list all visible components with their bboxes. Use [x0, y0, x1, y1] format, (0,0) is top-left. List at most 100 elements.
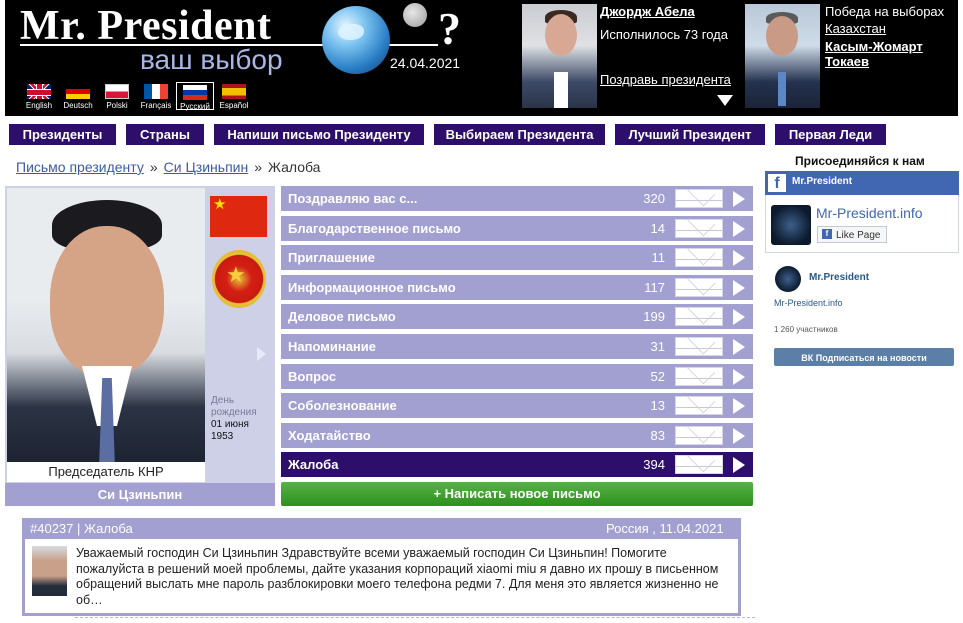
category-count: 11 — [651, 250, 666, 266]
vk-subscribe-label: Подписаться на новости — [815, 353, 927, 363]
breadcrumb: Письмо президенту » Си Цзиньпин » Жалоба — [16, 159, 320, 175]
nav-write-letter[interactable]: Напиши письмо Президенту — [214, 124, 424, 145]
arrow-right-icon — [733, 368, 745, 385]
lang-label: English — [25, 101, 53, 110]
photo-shirt-shape — [554, 72, 568, 108]
fr-flag-icon — [144, 84, 168, 99]
down-arrow-icon[interactable] — [717, 95, 733, 106]
category-label: Информационное письмо — [288, 279, 456, 295]
arrow-right-icon — [733, 220, 745, 237]
join-us-heading: Присоединяйся к нам — [795, 154, 925, 168]
nav-choose-president[interactable]: Выбираем Президента — [434, 124, 605, 145]
category-count: 14 — [650, 220, 665, 236]
category-count: 199 — [643, 309, 665, 325]
envelope-icon — [675, 396, 723, 416]
lang-label: Polski — [106, 101, 128, 110]
envelope-icon — [675, 425, 723, 445]
nav-first-lady[interactable]: Первая Леди — [775, 124, 886, 145]
breadcrumb-letters-link[interactable]: Письмо президенту — [16, 159, 144, 175]
category-row[interactable]: Деловое письмо 199 — [281, 304, 753, 330]
lang-russian[interactable]: Русский — [176, 82, 214, 111]
facebook-site-link[interactable]: Mr-President.info — [816, 205, 923, 221]
flag-star-icon: ★ — [213, 196, 227, 213]
birthday-label: День рождения — [211, 395, 257, 418]
category-label: Напоминание — [288, 338, 377, 354]
lang-deutsch[interactable]: Deutsch — [59, 82, 97, 110]
envelope-icon — [675, 336, 723, 356]
election-label: Победа на выборах — [825, 4, 945, 19]
category-label: Вопрос — [288, 368, 337, 384]
logo-question-mark: ? — [438, 3, 461, 54]
category-row[interactable]: Поздравляю вас с... 320 — [281, 186, 753, 211]
category-row[interactable]: Вопрос 52 — [281, 363, 753, 389]
category-count: 31 — [650, 338, 665, 354]
lang-francais[interactable]: Français — [137, 82, 175, 110]
category-row[interactable]: Благодарственное письмо 14 — [281, 215, 753, 241]
category-row[interactable]: Информационное письмо 117 — [281, 274, 753, 300]
arrow-right-icon — [733, 457, 745, 474]
lang-label: Русский — [180, 102, 210, 111]
category-row[interactable]: Соболезнование 13 — [281, 393, 753, 419]
facebook-page-title[interactable]: Mr.President — [792, 176, 852, 187]
category-count: 117 — [644, 279, 665, 295]
vk-subscribe-button[interactable]: ВК Подписаться на новости — [774, 348, 954, 366]
election-winner-name[interactable]: Касым-Жомарт Токаев — [825, 39, 955, 69]
photo-tie-shape — [778, 72, 786, 106]
breadcrumb-president-link[interactable]: Си Цзиньпин — [164, 159, 249, 175]
category-row[interactable]: Ходатайство 83 — [281, 422, 753, 448]
lang-label: Français — [140, 101, 172, 110]
nav-best-president[interactable]: Лучший Президент — [615, 124, 765, 145]
photo-face-shape — [545, 14, 577, 56]
election-country-link[interactable]: Казахстан — [825, 21, 886, 36]
photo-face-shape — [50, 226, 164, 376]
letter-id-type[interactable]: #40237 | Жалоба — [30, 521, 133, 536]
arrow-right-icon — [733, 191, 745, 207]
emblem-star-icon: ★ — [226, 262, 246, 287]
ru-flag-icon — [183, 85, 207, 100]
president-name-bar[interactable]: Си Цзиньпин — [5, 483, 275, 506]
vk-site-link[interactable]: Mr-President.info — [774, 298, 843, 308]
next-arrow-icon[interactable] — [257, 347, 266, 361]
globe-icon — [322, 6, 390, 74]
lang-espanol[interactable]: Español — [215, 82, 253, 110]
arrow-right-icon — [733, 427, 745, 444]
logo-title[interactable]: Mr. President — [20, 2, 271, 50]
category-label: Деловое письмо — [288, 309, 396, 325]
letter-categories: Поздравляю вас с... 320 Благодарственное … — [281, 186, 753, 482]
president-photo[interactable] — [7, 188, 205, 462]
main-nav: Президенты Страны Напиши письмо Президен… — [9, 124, 896, 145]
category-row[interactable]: Напоминание 31 — [281, 333, 753, 359]
letter-country-date: Россия , 11.04.2021 — [606, 521, 724, 536]
category-count: 320 — [643, 191, 665, 206]
letter-text[interactable]: Уважаемый господин Си Цзиньпин Здравству… — [76, 546, 736, 608]
facebook-small-icon: f — [822, 229, 832, 239]
site-logo-icon[interactable] — [771, 205, 811, 245]
nav-countries[interactable]: Страны — [126, 124, 204, 145]
category-count: 13 — [650, 398, 665, 414]
arrow-right-icon — [733, 398, 745, 415]
category-row-active[interactable]: Жалоба 394 — [281, 452, 753, 478]
lang-label: Deutsch — [63, 101, 93, 110]
arrow-right-icon — [733, 309, 745, 326]
lang-polski[interactable]: Polski — [98, 82, 136, 110]
header-date: 24.04.2021 — [390, 55, 461, 71]
category-count: 83 — [650, 427, 665, 443]
category-row[interactable]: Приглашение 11 — [281, 245, 753, 271]
vk-group-name[interactable]: Mr.President — [809, 272, 869, 283]
lang-english[interactable]: English — [20, 82, 58, 110]
birthday-president-name[interactable]: Джордж Абела — [600, 4, 695, 19]
congratulate-link[interactable]: Поздравь президента — [600, 72, 731, 87]
birthday-age-text: Исполнилось 73 года — [600, 27, 728, 42]
vk-group-avatar[interactable] — [775, 266, 801, 292]
nav-presidents[interactable]: Президенты — [9, 124, 116, 145]
envelope-icon — [675, 218, 723, 238]
breadcrumb-current: Жалоба — [268, 159, 321, 175]
category-count: 394 — [643, 457, 665, 473]
next-item-edge — [75, 617, 755, 623]
write-new-letter-button[interactable]: + Написать новое письмо — [281, 482, 753, 506]
lang-label: Español — [219, 101, 249, 110]
envelope-icon — [675, 366, 723, 386]
category-label: Ходатайство — [288, 427, 371, 443]
envelope-icon — [675, 307, 723, 327]
es-flag-icon — [222, 84, 246, 99]
